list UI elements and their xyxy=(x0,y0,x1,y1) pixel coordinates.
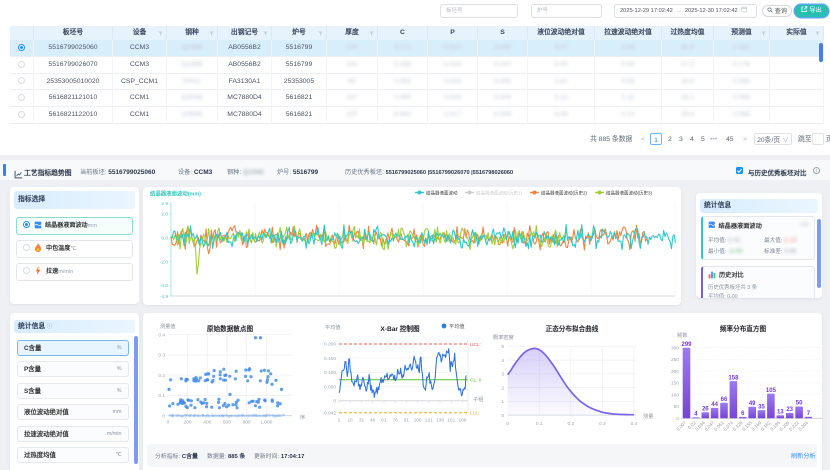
svg-text:0.304: 0.304 xyxy=(797,420,809,432)
svg-text:105: 105 xyxy=(766,388,777,394)
svg-text:概率密度: 概率密度 xyxy=(493,333,514,341)
svg-text:91: 91 xyxy=(404,418,410,424)
svg-text:LCL:: LCL: xyxy=(470,411,480,417)
svg-text:49: 49 xyxy=(749,401,756,407)
svg-text:-4.9: -4.9 xyxy=(160,294,169,300)
svg-text:0.100: 0.100 xyxy=(324,370,336,376)
svg-text:5: 5 xyxy=(501,344,504,350)
svg-text:7: 7 xyxy=(807,411,811,417)
svg-text:0.4: 0.4 xyxy=(631,421,638,427)
svg-text:0.2: 0.2 xyxy=(158,373,165,379)
svg-text:31: 31 xyxy=(359,418,365,424)
svg-text:0: 0 xyxy=(162,413,165,419)
svg-text:平均值: 平均值 xyxy=(449,322,465,330)
svg-text:结晶器液面波动(历史3): 结晶器液面波动(历史3) xyxy=(606,189,653,196)
svg-text:0.0: 0.0 xyxy=(161,236,168,242)
svg-text:4: 4 xyxy=(694,412,698,418)
svg-text:61: 61 xyxy=(381,418,387,424)
svg-text:166: 166 xyxy=(458,418,466,424)
svg-text:13: 13 xyxy=(777,409,784,415)
svg-text:1,000: 1,000 xyxy=(260,420,272,426)
svg-text:0.3: 0.3 xyxy=(599,421,606,427)
svg-text:0: 0 xyxy=(333,399,336,405)
svg-text:频率分布直方图: 频率分布直方图 xyxy=(720,324,767,333)
svg-text:原始数据散点图: 原始数据散点图 xyxy=(207,324,254,333)
svg-text:600: 600 xyxy=(223,420,231,426)
svg-text:151: 151 xyxy=(447,418,455,424)
svg-text:0.150: 0.150 xyxy=(324,356,336,362)
svg-text:测量值: 测量值 xyxy=(160,322,176,330)
svg-text:4: 4 xyxy=(501,358,504,364)
svg-text:子组: 子组 xyxy=(473,395,483,403)
svg-text:0.050: 0.050 xyxy=(324,384,336,390)
svg-text:-4.0: -4.0 xyxy=(160,283,169,289)
svg-text:76: 76 xyxy=(393,418,399,424)
svg-text:正态分布拟合曲线: 正态分布拟合曲线 xyxy=(546,324,599,333)
svg-text:0.3: 0.3 xyxy=(158,353,165,359)
svg-text:序: 序 xyxy=(300,413,305,421)
svg-text:136: 136 xyxy=(436,418,444,424)
svg-text:测量: 测量 xyxy=(643,412,653,420)
svg-text:1: 1 xyxy=(501,399,504,405)
svg-text:0: 0 xyxy=(506,421,509,427)
svg-text:结晶器液面波动(历史2): 结晶器液面波动(历史2) xyxy=(541,189,588,196)
svg-text:-0.042: -0.042 xyxy=(322,410,336,416)
svg-text:26: 26 xyxy=(702,406,709,412)
svg-text:2.0: 2.0 xyxy=(161,212,168,218)
svg-text:35: 35 xyxy=(758,404,765,410)
svg-text:50: 50 xyxy=(674,404,680,410)
svg-text:-2.0: -2.0 xyxy=(160,259,169,265)
svg-text:100: 100 xyxy=(671,392,679,398)
svg-text:结晶器液面波动: 结晶器液面波动 xyxy=(426,189,458,196)
svg-text:0: 0 xyxy=(167,420,170,426)
svg-text:250: 250 xyxy=(671,357,679,363)
svg-text:0: 0 xyxy=(676,416,679,422)
svg-text:299: 299 xyxy=(681,342,692,348)
svg-text:1: 1 xyxy=(338,418,341,424)
svg-text:结晶器液面波动(历史1): 结晶器液面波动(历史1) xyxy=(476,189,523,196)
svg-text:0.1: 0.1 xyxy=(536,421,543,427)
svg-text:400: 400 xyxy=(203,420,211,426)
svg-text:158: 158 xyxy=(728,375,739,381)
svg-text:800: 800 xyxy=(243,420,251,426)
svg-text:200: 200 xyxy=(184,420,192,426)
svg-text:46: 46 xyxy=(370,418,376,424)
svg-text:频数: 频数 xyxy=(677,331,688,339)
svg-text:平均值: 平均值 xyxy=(325,323,341,331)
svg-text:50: 50 xyxy=(796,401,803,407)
svg-text:121: 121 xyxy=(425,418,433,424)
svg-text:结晶器液面波动(mm): 结晶器液面波动(mm) xyxy=(150,190,201,198)
svg-text:200: 200 xyxy=(671,369,679,375)
svg-text:2.9: 2.9 xyxy=(161,201,168,207)
svg-text:300: 300 xyxy=(671,345,679,351)
svg-text:UCL:: UCL: xyxy=(470,342,481,348)
svg-text:0: 0 xyxy=(501,413,504,419)
svg-text:3: 3 xyxy=(501,372,504,378)
svg-text:106: 106 xyxy=(414,418,422,424)
svg-text:16: 16 xyxy=(348,418,354,424)
svg-text:0.4: 0.4 xyxy=(158,332,165,338)
svg-text:44: 44 xyxy=(711,402,718,408)
svg-text:CL: 0: CL: 0 xyxy=(470,378,482,384)
svg-text:150: 150 xyxy=(671,381,679,387)
svg-text:6: 6 xyxy=(741,411,745,417)
svg-text:0.1: 0.1 xyxy=(158,393,165,399)
svg-text:0.200: 0.200 xyxy=(324,342,336,348)
svg-text:2: 2 xyxy=(501,385,504,391)
svg-text:23: 23 xyxy=(786,407,793,413)
svg-text:X-Bar 控制图: X-Bar 控制图 xyxy=(380,324,420,333)
svg-text:0.2: 0.2 xyxy=(567,421,574,427)
svg-text:66: 66 xyxy=(721,397,728,403)
